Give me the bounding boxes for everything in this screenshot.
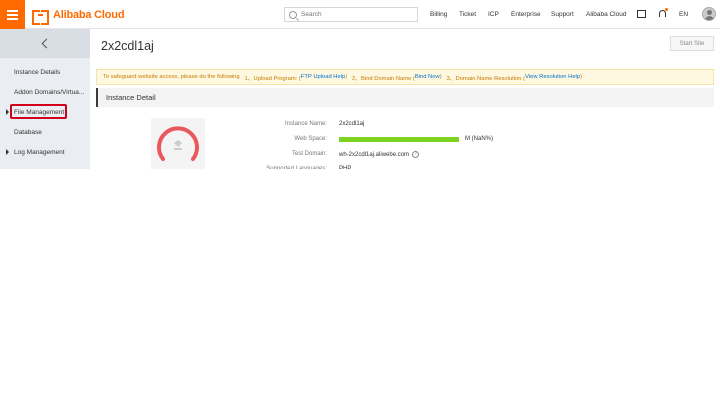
search-box[interactable] <box>284 7 418 22</box>
bell-icon[interactable] <box>659 8 668 17</box>
sidebar-item-log-management[interactable]: Log Management <box>0 142 90 162</box>
notice-prefix: To safeguard website access, please do t… <box>103 74 240 80</box>
blank-area <box>0 169 720 406</box>
sidebar-item-database[interactable]: Database <box>0 122 90 142</box>
alibaba-logo-icon <box>32 9 49 25</box>
sidebar-item-label: Addon Domains/Virtua... <box>14 88 85 96</box>
hamburger-menu-button[interactable] <box>0 0 25 29</box>
notice-step3: 3、Domain Name Resolution ( <box>446 75 526 82</box>
sidebar-collapse-button[interactable] <box>0 29 90 58</box>
instance-name-label: Instance Name: <box>284 121 327 127</box>
logo-text: Alibaba Cloud <box>53 9 125 21</box>
view-resolution-help-link[interactable]: View Resolution Help <box>525 74 580 80</box>
highlight-box-file-management <box>10 104 67 119</box>
alibaba-cloud-logo[interactable]: Alibaba Cloud <box>32 8 125 25</box>
sidebar: Instance Details Addon Domains/Virtua...… <box>0 29 90 169</box>
nav-enterprise[interactable]: Enterprise <box>511 11 541 18</box>
notice-paren: ) <box>345 74 348 80</box>
nav-ticket[interactable]: Ticket <box>459 11 476 18</box>
instance-name-value: 2x2cdl1aj <box>339 121 365 127</box>
web-space-value: M (NaN%) <box>465 136 493 142</box>
notice-step1: 1、Upload Program: ( <box>244 75 301 82</box>
notice-banner: To safeguard website access, please do t… <box>96 69 714 85</box>
sidebar-item-label: Log Management <box>14 148 65 156</box>
nav-billing[interactable]: Billing <box>430 11 447 18</box>
instance-detail-header: Instance Detail <box>96 88 714 107</box>
test-domain-value: wh-2x2cdl1aj.aliwebe.com? <box>339 151 420 159</box>
web-space-bar <box>339 137 459 142</box>
top-navigation-bar: Alibaba Cloud Billing Ticket ICP Enterpr… <box>0 0 720 29</box>
nav-icp[interactable]: ICP <box>488 11 499 18</box>
search-icon <box>289 10 297 19</box>
avatar[interactable] <box>702 7 716 21</box>
main-content: 2x2cdl1aj Start Site To safeguard websit… <box>90 29 720 172</box>
terminal-icon[interactable] <box>637 10 646 18</box>
ftp-upload-help-link[interactable]: FTP Upload Help <box>301 74 345 80</box>
page-title: 2x2cdl1aj <box>101 39 154 53</box>
sidebar-item-label: Database <box>14 128 42 136</box>
bind-now-link[interactable]: Bind Now <box>415 74 440 80</box>
language-switch[interactable]: EN <box>679 11 688 18</box>
search-input[interactable] <box>301 11 411 18</box>
caret-right-icon <box>6 109 9 115</box>
sidebar-item-label: Instance Details <box>14 68 61 76</box>
sidebar-item-instance-details[interactable]: Instance Details <box>0 62 90 82</box>
start-site-button[interactable]: Start Site <box>670 36 714 51</box>
notice-paren: ) <box>439 74 442 80</box>
notice-paren: ) <box>580 74 582 80</box>
notice-step2: 2、Bind Domain Name ( <box>352 75 415 82</box>
help-icon[interactable]: ? <box>412 151 420 158</box>
test-domain-label: Test Domain: <box>291 151 327 157</box>
nav-alibaba-cloud[interactable]: Alibaba Cloud <box>586 11 626 18</box>
test-domain-text: wh-2x2cdl1aj.aliwebe.com <box>339 152 410 159</box>
nav-support[interactable]: Support <box>551 11 574 18</box>
web-space-label: Web Space: <box>294 136 327 142</box>
caret-right-icon <box>6 149 9 155</box>
notification-dot <box>665 8 668 11</box>
sidebar-item-addon-domains[interactable]: Addon Domains/Virtua... <box>0 82 90 102</box>
chevron-left-icon <box>41 38 52 49</box>
